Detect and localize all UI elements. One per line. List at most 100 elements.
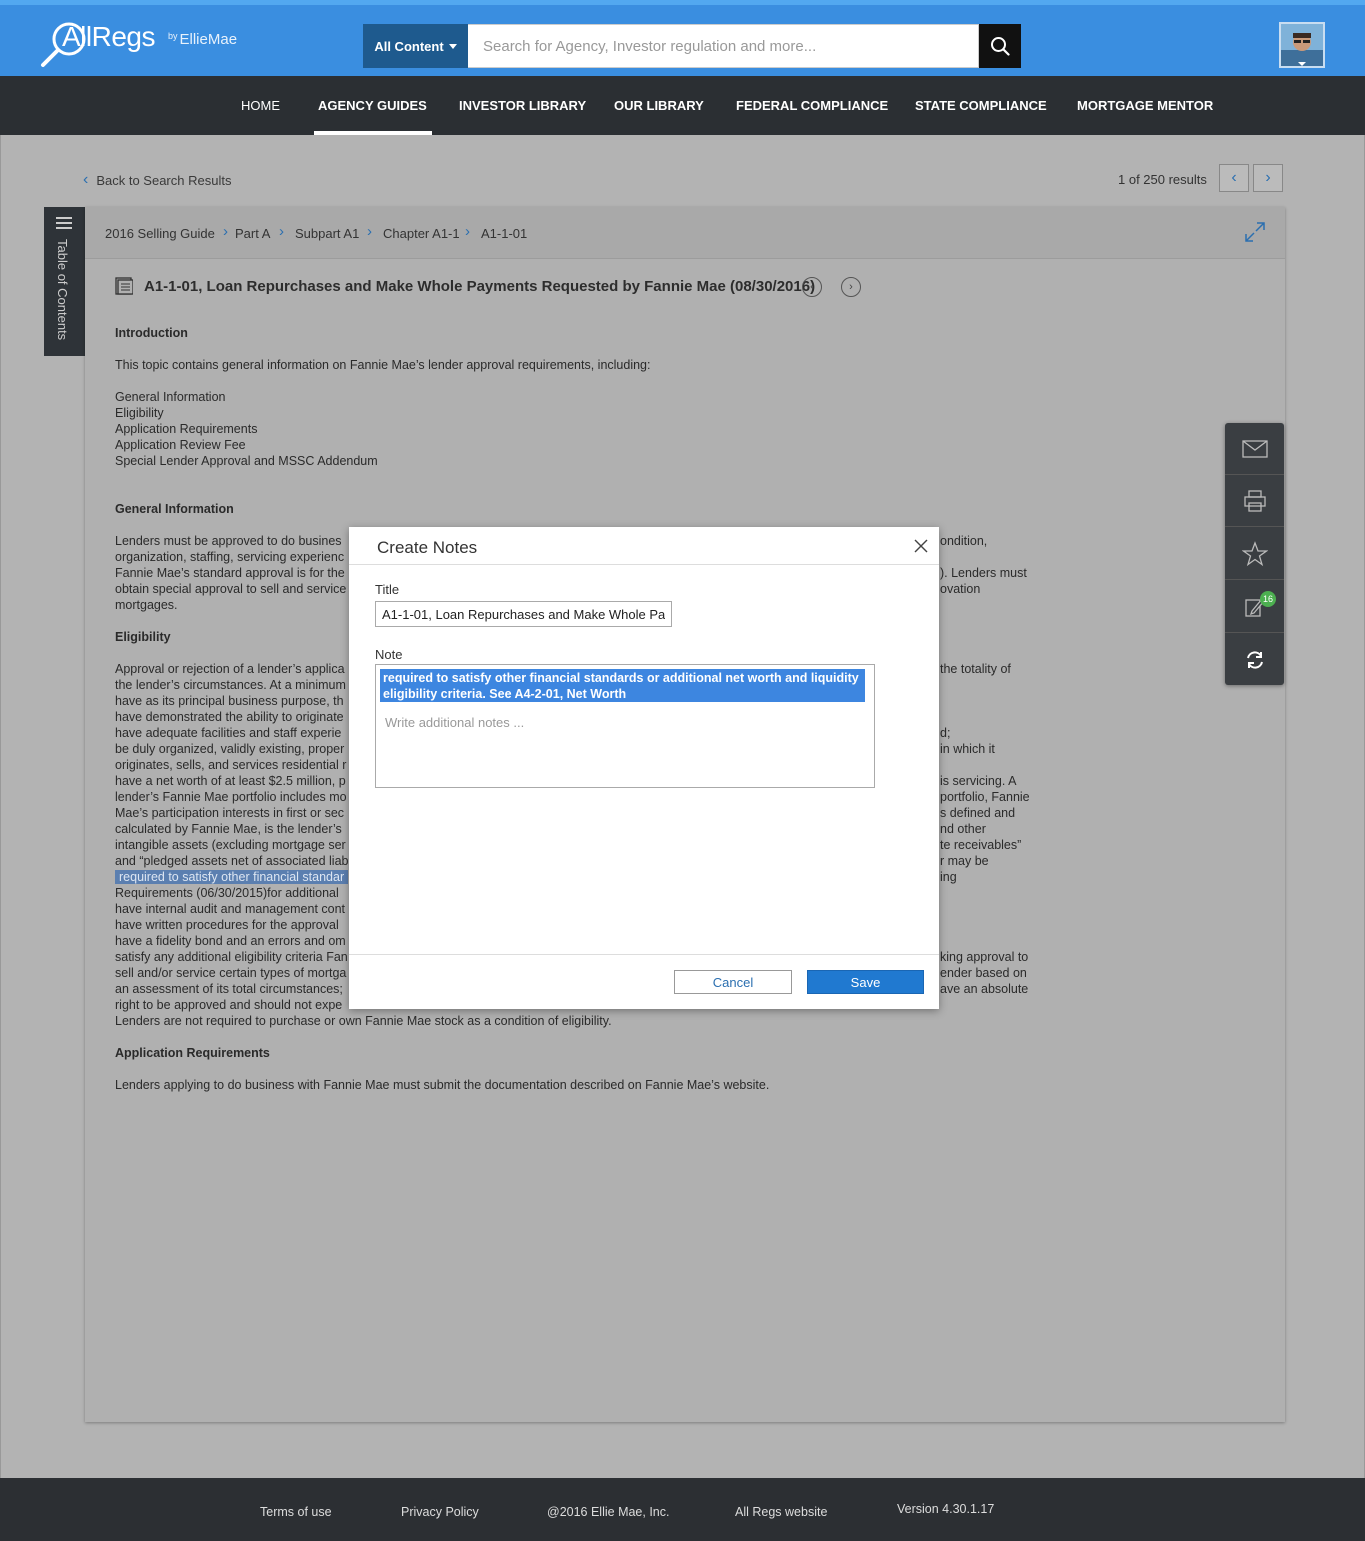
page-footer: Terms of use Privacy Policy @2016 Ellie … bbox=[0, 1478, 1365, 1541]
text-line-left: Mae’s participation interests in first o… bbox=[115, 806, 345, 820]
section-heading: General Information bbox=[115, 502, 234, 516]
text-line-left: calculated by Fannie Mae, is the lender’… bbox=[115, 822, 342, 836]
document-title-row: A1-1-01, Loan Repurchases and Make Whole… bbox=[115, 277, 815, 295]
paragraph: This topic contains general information … bbox=[115, 358, 651, 372]
top-header: AllRegs by EllieMae All Content bbox=[0, 0, 1365, 76]
table-of-contents-toggle[interactable]: Table of Contents bbox=[44, 207, 85, 356]
text-line-left: Approval or rejection of a lender’s appl… bbox=[115, 662, 345, 676]
breadcrumb-item[interactable]: A1-1-01 bbox=[481, 226, 527, 241]
search-button[interactable] bbox=[979, 24, 1021, 68]
text-line-left: Fannie Mae’s standard approval is for th… bbox=[115, 566, 345, 580]
hamburger-menu-icon bbox=[56, 217, 72, 229]
search-input[interactable] bbox=[468, 24, 979, 68]
close-icon[interactable] bbox=[912, 537, 930, 555]
breadcrumb-item[interactable]: 2016 Selling Guide bbox=[105, 226, 215, 241]
nav-investor-library[interactable]: INVESTOR LIBRARY bbox=[459, 76, 586, 135]
list-item[interactable]: Special Lender Approval and MSSC Addendu… bbox=[115, 453, 1045, 469]
nav-our-library[interactable]: OUR LIBRARY bbox=[614, 76, 704, 135]
nav-home[interactable]: HOME bbox=[241, 76, 280, 135]
text-line-left: Requirements (06/30/2015)for additional bbox=[115, 886, 339, 900]
text-line-left: required to satisfy other financial stan… bbox=[115, 870, 349, 884]
text-line-right: portfolio, Fannie bbox=[940, 790, 1030, 804]
text-line-left: satisfy any additional eligibility crite… bbox=[115, 950, 348, 964]
note-field[interactable]: required to satisfy other financial stan… bbox=[375, 664, 875, 788]
text-line-left: have demonstrated the ability to origina… bbox=[115, 710, 344, 724]
note-title-input[interactable] bbox=[375, 601, 672, 627]
user-avatar[interactable] bbox=[1279, 22, 1325, 68]
previous-section-button[interactable]: ‹ bbox=[802, 277, 822, 297]
text-line-left: be duly organized, validly existing, pro… bbox=[115, 742, 345, 756]
next-result-button[interactable]: › bbox=[1253, 164, 1283, 192]
text-line-left: have adequate facilities and staff exper… bbox=[115, 726, 342, 740]
back-to-results-link[interactable]: ‹ Back to Search Results bbox=[83, 171, 231, 189]
list-item[interactable]: General Information bbox=[115, 389, 1045, 405]
text-line-left: have a net worth of at least $2.5 millio… bbox=[115, 774, 346, 788]
main-nav: HOME AGENCY GUIDES INVESTOR LIBRARY OUR … bbox=[0, 76, 1365, 135]
breadcrumb-item[interactable]: Part A bbox=[235, 226, 270, 241]
nav-federal-compliance[interactable]: FEDERAL COMPLIANCE bbox=[736, 76, 888, 135]
text-line-right: r may be bbox=[940, 854, 989, 868]
privacy-link[interactable]: Privacy Policy bbox=[401, 1505, 479, 1519]
note-textarea[interactable] bbox=[380, 711, 870, 781]
list-item[interactable]: Application Review Fee bbox=[115, 437, 1045, 453]
selected-quote: required to satisfy other financial stan… bbox=[380, 669, 865, 702]
breadcrumb-item[interactable]: Subpart A1 bbox=[295, 226, 359, 241]
terms-link[interactable]: Terms of use bbox=[260, 1505, 332, 1519]
dialog-title: Create Notes bbox=[377, 538, 478, 557]
text-line-left: have written procedures for the approval bbox=[115, 918, 339, 932]
text-line-left: originates, sells, and services resident… bbox=[115, 758, 347, 772]
logo-wordmark: AllRegs bbox=[62, 21, 155, 52]
text-line-right: ender based on bbox=[940, 966, 1027, 980]
nav-state-compliance[interactable]: STATE COMPLIANCE bbox=[915, 76, 1047, 135]
list-item[interactable]: Application Requirements bbox=[115, 421, 1045, 437]
expand-icon[interactable] bbox=[1243, 220, 1267, 244]
text-line-left: and “pledged assets net of associated li… bbox=[115, 854, 349, 868]
print-button[interactable] bbox=[1225, 475, 1284, 527]
text-line-left: have a fidelity bond and an errors and o… bbox=[115, 934, 346, 948]
paragraph: Lenders applying to do business with Fan… bbox=[115, 1078, 770, 1092]
notes-button[interactable]: 16 bbox=[1225, 581, 1284, 633]
note-label: Note bbox=[375, 647, 403, 662]
nav-agency-guides[interactable]: AGENCY GUIDES bbox=[314, 76, 432, 135]
chevron-right-icon: › bbox=[849, 281, 853, 293]
list-item[interactable]: Eligibility bbox=[115, 405, 1045, 421]
section-heading: Application Requirements bbox=[115, 1046, 270, 1060]
text-line-left: have internal audit and management cont bbox=[115, 902, 346, 916]
allregs-logo[interactable]: AllRegs by EllieMae bbox=[40, 17, 270, 69]
document-tools: 16 bbox=[1225, 423, 1284, 685]
save-button[interactable]: Save bbox=[807, 970, 924, 994]
document-title: A1-1-01, Loan Repurchases and Make Whole… bbox=[144, 277, 816, 295]
chevron-right-icon: › bbox=[367, 223, 372, 240]
sync-button[interactable] bbox=[1225, 634, 1284, 686]
text-line-right: ). Lenders must bbox=[940, 566, 1027, 580]
text-line-right: te receivables” bbox=[940, 838, 1022, 852]
chevron-right-icon: › bbox=[1265, 169, 1271, 186]
next-section-button[interactable]: › bbox=[841, 277, 861, 297]
envelope-icon bbox=[1241, 439, 1268, 458]
dialog-divider bbox=[349, 954, 939, 955]
chevron-right-icon: › bbox=[223, 223, 228, 240]
create-notes-dialog: Create Notes Title Note required to sati… bbox=[349, 527, 939, 1009]
allregs-website-link[interactable]: All Regs website bbox=[735, 1505, 827, 1519]
content-scope-dropdown[interactable]: All Content bbox=[363, 24, 468, 68]
text-line-left: Lenders are not required to purchase or … bbox=[115, 1014, 612, 1028]
text-line-right: ovation bbox=[940, 582, 981, 596]
text-line-right: the totality of bbox=[940, 662, 1011, 676]
text-line-right: ing bbox=[940, 870, 957, 884]
prev-result-button[interactable]: ‹ bbox=[1219, 164, 1249, 192]
search-icon bbox=[991, 37, 1010, 56]
email-button[interactable] bbox=[1225, 423, 1284, 475]
cancel-button[interactable]: Cancel bbox=[674, 970, 792, 994]
text-line-right: ave an absolute bbox=[940, 982, 1029, 996]
breadcrumb-item[interactable]: Chapter A1-1 bbox=[383, 226, 460, 241]
chevron-left-icon: ‹ bbox=[83, 171, 89, 188]
text-line-left: lender’s Fannie Mae portfolio includes m… bbox=[115, 790, 347, 804]
text-line-left: sell and/or service certain types of mor… bbox=[115, 966, 347, 980]
text-line-left: Lenders must be approved to do busines bbox=[115, 534, 342, 548]
text-line-left: have as its principal business purpose, … bbox=[115, 694, 344, 708]
favorite-button[interactable] bbox=[1225, 528, 1284, 580]
printer-icon bbox=[1243, 489, 1266, 512]
nav-mortgage-mentor[interactable]: MORTGAGE MENTOR bbox=[1077, 76, 1213, 135]
document-icon bbox=[115, 277, 133, 295]
toc-label: Table of Contents bbox=[55, 239, 70, 341]
